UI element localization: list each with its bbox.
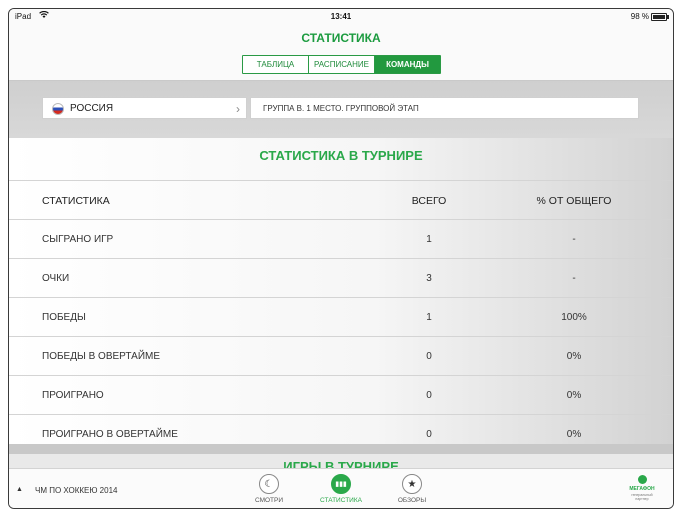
header-percent: % ОТ ОБЩЕГО [536, 195, 612, 207]
table-header: СТАТИСТИКА ВСЕГО % ОТ ОБЩЕГО [9, 180, 673, 220]
tab-statistics[interactable]: ▮▮▮ СТАТИСТИКА [316, 474, 366, 504]
megafon-logo-icon [637, 475, 647, 484]
row-label: ПОБЕДЫ [42, 312, 86, 323]
navigation-bar: СТАТИСТИКА [9, 25, 673, 54]
triangle-up-icon[interactable]: ▲ [16, 486, 23, 493]
header-stat: СТАТИСТИКА [42, 195, 110, 207]
row-total: 0 [426, 351, 432, 362]
country-selector[interactable]: РОССИЯ › [42, 97, 247, 119]
tab-statistics-label: СТАТИСТИКА [320, 497, 362, 504]
tab-reviews[interactable]: ★ ОБЗОРЫ [387, 474, 437, 504]
bottom-tab-bar: ▲ ЧМ ПО ХОККЕЮ 2014 ☾ СМОТРИ ▮▮▮ СТАТИСТ… [9, 468, 673, 508]
row-total: 0 [426, 429, 432, 440]
table-row: ПРОИГРАНО 0 0% [9, 375, 673, 415]
tab-watch[interactable]: ☾ СМОТРИ [244, 474, 294, 504]
row-percent: - [572, 273, 576, 284]
tab-teams[interactable]: КОМАНДЫ [375, 56, 440, 73]
row-total: 1 [426, 312, 432, 323]
battery-percent: 98 % [630, 12, 649, 21]
table-row: ОЧКИ 3 - [9, 258, 673, 298]
row-label: ПРОИГРАНО [42, 390, 104, 401]
table-row: СЫГРАНО ИГР 1 - [9, 219, 673, 259]
segmented-control: ТАБЛИЦА РАСПИСАНИЕ КОМАНДЫ [242, 55, 441, 74]
chevron-right-icon: › [236, 102, 240, 116]
stats-panel: СТАТИСТИКА В ТУРНИРЕ СТАТИСТИКА ВСЕГО % … [9, 138, 673, 444]
tab-schedule[interactable]: РАСПИСАНИЕ [309, 56, 375, 73]
tab-table[interactable]: ТАБЛИЦА [243, 56, 309, 73]
megafon-logo: МЕГАФОН генеральный партнер [627, 475, 657, 501]
row-total: 0 [426, 390, 432, 401]
brand-subtitle: генеральный партнер [631, 493, 653, 501]
status-bar: iPad 13:41 98 % [9, 9, 673, 25]
row-percent: 0% [566, 351, 582, 362]
brand-name: МЕГАФОН [629, 486, 655, 492]
russia-flag-icon [52, 103, 64, 115]
page-title: СТАТИСТИКА [301, 31, 381, 45]
table-row: ПРОИГРАНО В ОВЕРТАЙМЕ 0 0% [9, 414, 673, 445]
row-percent: 100% [561, 312, 587, 323]
section-divider [9, 444, 673, 454]
section-name[interactable]: ЧМ ПО ХОККЕЮ 2014 [35, 486, 117, 495]
row-label: ПОБЕДЫ В ОВЕРТАЙМЕ [42, 351, 161, 362]
tab-reviews-label: ОБЗОРЫ [397, 497, 427, 504]
stats-title: СТАТИСТИКА В ТУРНИРЕ [259, 148, 423, 163]
stats-icon: ▮▮▮ [331, 474, 351, 494]
group-text: ГРУППА В. 1 МЕСТО. ГРУППОВОЙ ЭТАП [263, 104, 419, 113]
row-total: 1 [426, 234, 432, 245]
ipad-screen: iPad 13:41 98 % СТАТИСТИКА ТАБЛИЦА РАСПИ… [8, 8, 674, 509]
row-label: СЫГРАНО ИГР [42, 234, 114, 245]
row-percent: 0% [566, 390, 582, 401]
group-info: ГРУППА В. 1 МЕСТО. ГРУППОВОЙ ЭТАП [250, 97, 639, 119]
star-icon: ★ [402, 474, 422, 494]
clock: 13:41 [330, 12, 352, 21]
tab-watch-label: СМОТРИ [254, 497, 284, 504]
games-section-title: ИГРЫ В ТУРНИРЕ [283, 459, 399, 468]
row-total: 3 [426, 273, 432, 284]
filter-area: РОССИЯ › ГРУППА В. 1 МЕСТО. ГРУППОВОЙ ЭТ… [9, 81, 673, 138]
table-row: ПОБЕДЫ 1 100% [9, 297, 673, 337]
row-label: ПРОИГРАНО В ОВЕРТАЙМЕ [42, 429, 178, 440]
moon-icon: ☾ [259, 474, 279, 494]
row-label: ОЧКИ [42, 273, 70, 284]
row-percent: - [572, 234, 576, 245]
table-row: ПОБЕДЫ В ОВЕРТАЙМЕ 0 0% [9, 336, 673, 376]
country-name: РОССИЯ [70, 103, 114, 114]
header-total: ВСЕГО [411, 195, 447, 207]
row-percent: 0% [566, 429, 582, 440]
battery-icon [651, 13, 669, 21]
segment-bar: ТАБЛИЦА РАСПИСАНИЕ КОМАНДЫ [9, 53, 673, 81]
